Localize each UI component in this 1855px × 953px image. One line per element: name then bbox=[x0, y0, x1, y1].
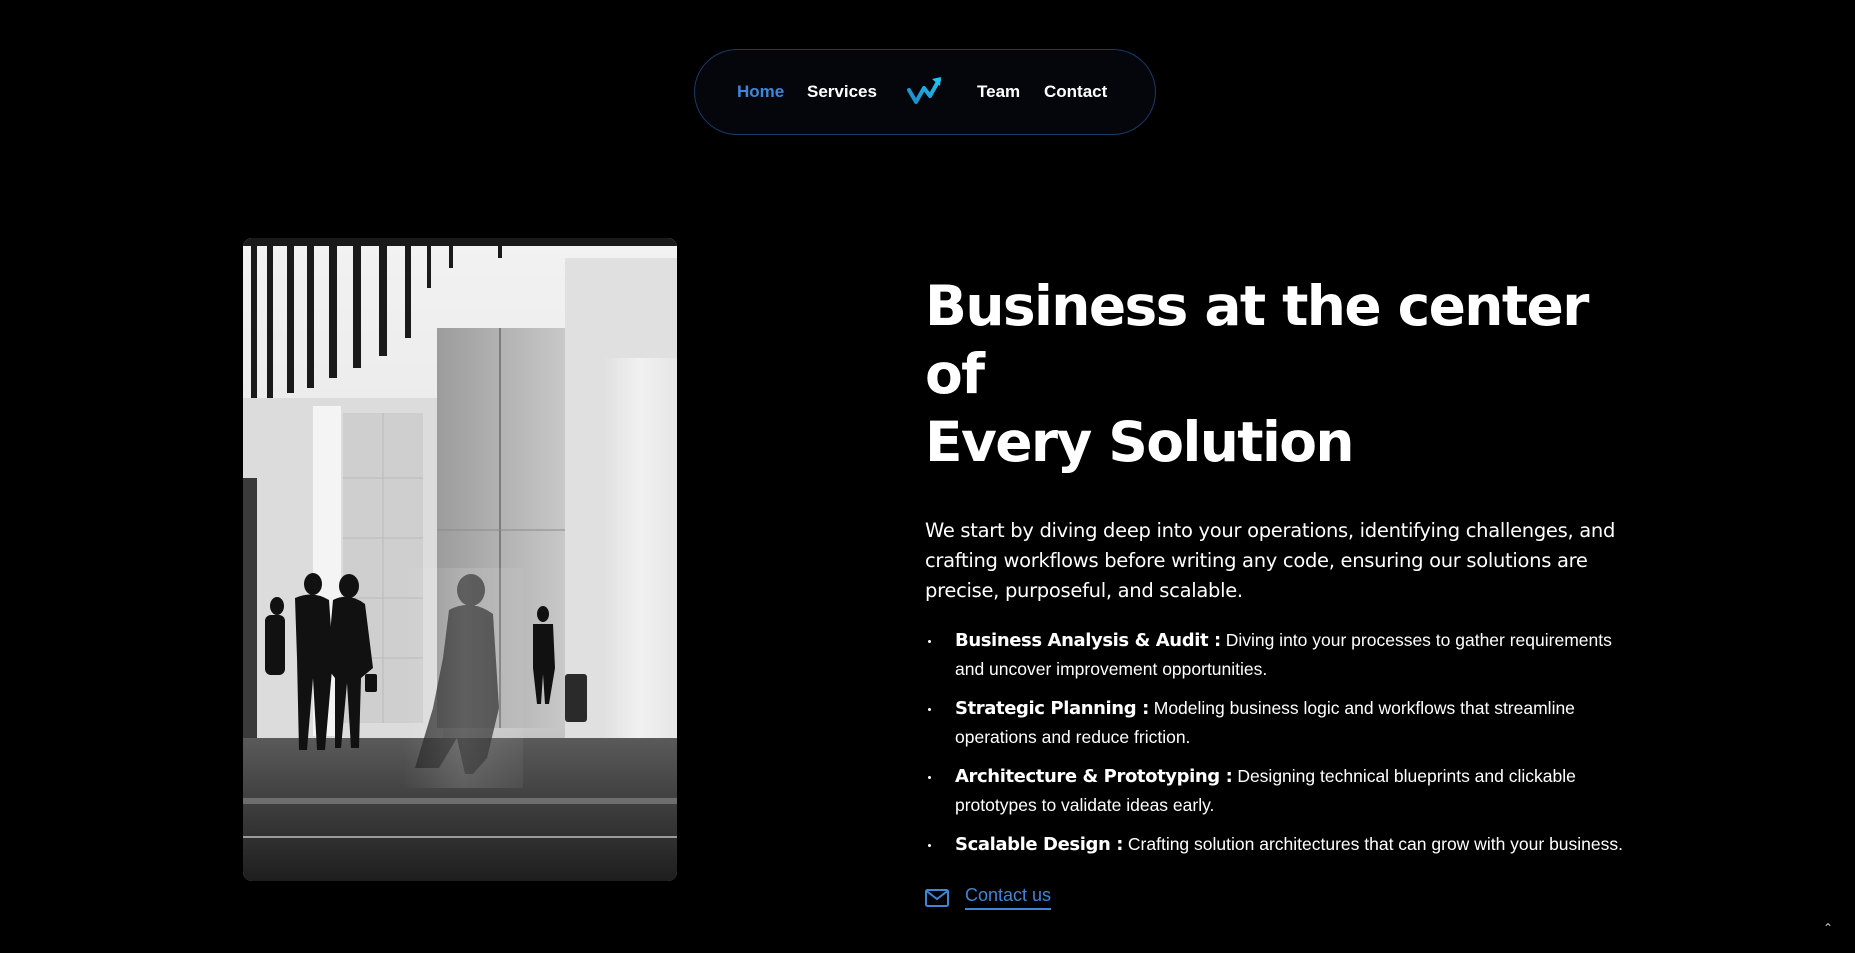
headline-line-2: Every Solution bbox=[925, 410, 1355, 474]
nav-item-services[interactable]: Services bbox=[807, 82, 877, 102]
feature-item-scalable-design: Scalable Design : Crafting solution arch… bbox=[925, 830, 1645, 859]
hero-headline: Business at the center of Every Solution bbox=[925, 272, 1645, 476]
hero-intro: We start by diving deep into your operat… bbox=[925, 519, 1616, 602]
feature-list: Business Analysis & Audit : Diving into … bbox=[925, 626, 1645, 859]
hero-photo bbox=[243, 238, 677, 881]
feature-item-architecture: Architecture & Prototyping : Designing t… bbox=[925, 762, 1645, 820]
contact-us-link[interactable]: Contact us bbox=[965, 885, 1052, 910]
hero-content: Business at the center of Every Solution… bbox=[925, 272, 1645, 910]
feature-title: Architecture & Prototyping : bbox=[955, 766, 1233, 787]
main-nav: Home Services Team Contact bbox=[694, 49, 1156, 135]
feature-item-business-analysis: Business Analysis & Audit : Diving into … bbox=[925, 626, 1645, 684]
nav-item-home[interactable]: Home bbox=[737, 82, 784, 102]
envelope-icon[interactable] bbox=[925, 888, 949, 907]
headline-line-1: Business at the center of bbox=[925, 274, 1589, 406]
nav-item-contact[interactable]: Contact bbox=[1044, 82, 1107, 102]
feature-title: Business Analysis & Audit : bbox=[955, 630, 1221, 651]
feature-text: Crafting solution architectures that can… bbox=[1123, 834, 1623, 854]
nav-item-team[interactable]: Team bbox=[977, 82, 1020, 102]
contact-us-link-row[interactable]: Contact us bbox=[925, 885, 1645, 910]
feature-item-strategic-planning: Strategic Planning : Modeling business l… bbox=[925, 694, 1645, 752]
chevron-up-icon[interactable]: ⌃ bbox=[1823, 921, 1833, 935]
feature-title: Strategic Planning : bbox=[955, 698, 1149, 719]
trend-arrow-logo-icon[interactable] bbox=[907, 76, 945, 108]
page: Home Services Team Contact Business at t… bbox=[0, 0, 1855, 953]
feature-title: Scalable Design : bbox=[955, 834, 1124, 855]
